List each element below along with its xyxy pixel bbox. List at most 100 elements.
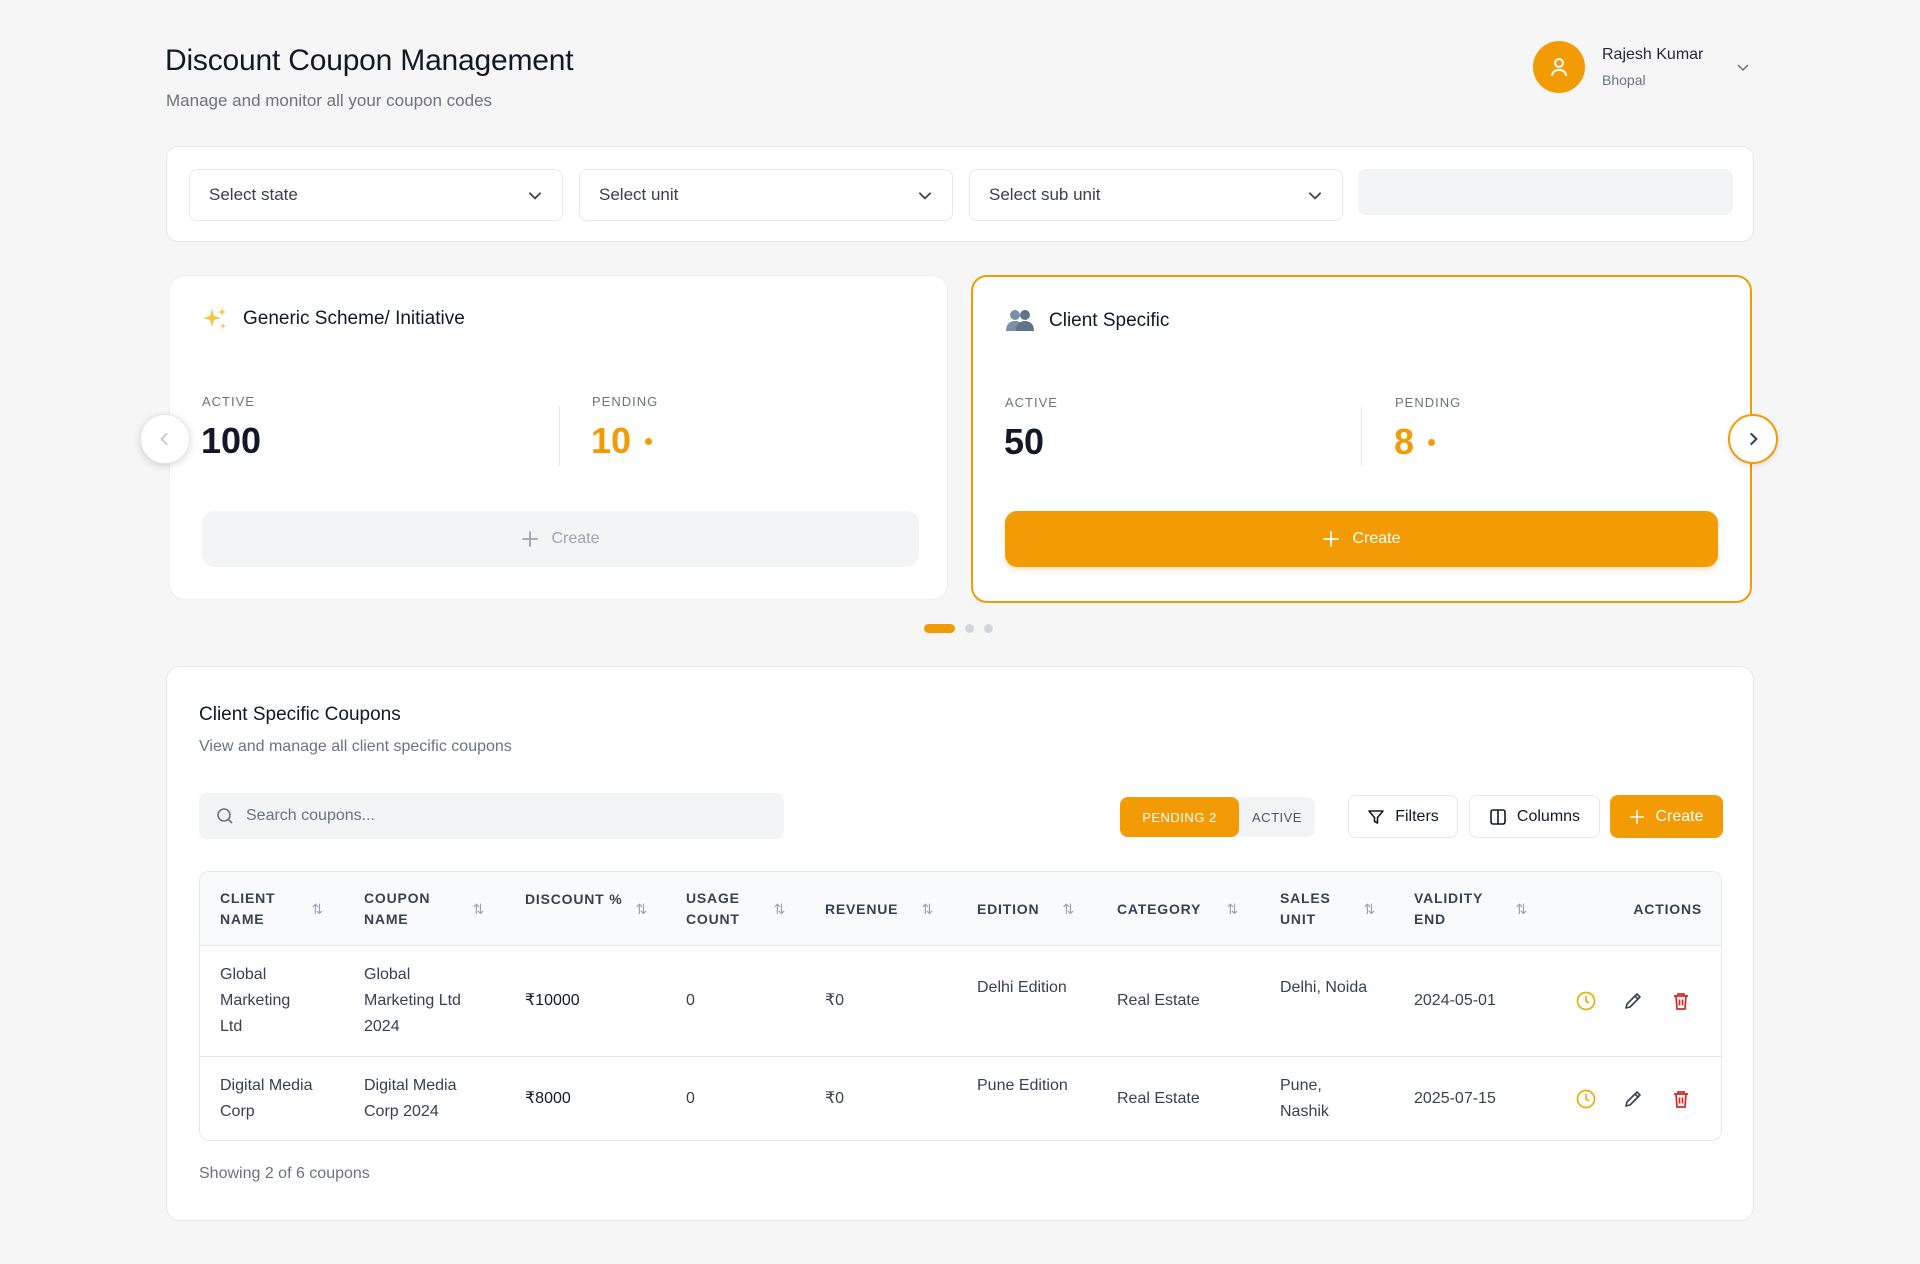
column-header-category[interactable]: CATEGORY ⇅ [1117,872,1239,946]
carousel-dot[interactable] [965,624,974,633]
chevron-down-icon[interactable] [1735,59,1751,75]
carousel-next-button[interactable] [1728,414,1778,464]
sub-unit-select[interactable]: Select sub unit [969,169,1343,221]
create-coupon-button[interactable]: Create [1610,795,1723,838]
columns-button[interactable]: Columns [1469,795,1600,838]
carousel-indicator [924,624,993,633]
filters-button[interactable]: Filters [1348,795,1458,838]
carousel-dot[interactable] [924,624,955,633]
state-select-label: Select state [209,185,298,204]
plus-icon [1630,809,1645,824]
edit-button[interactable] [1622,1088,1644,1110]
users-icon [1006,310,1034,331]
pencil-icon [1625,993,1641,1009]
chevron-down-icon [918,192,932,200]
status-tabs: PENDING 2 ACTIVE [1120,797,1315,837]
delete-button[interactable] [1670,1088,1692,1110]
filter-icon [1368,809,1385,824]
filters-label: Filters [1395,807,1439,825]
table-row[interactable]: Global Marketing Ltd Global Marketing Ltd 20… [200,946,1721,1057]
create-generic-button[interactable]: Create [202,511,919,567]
search-placeholder: Search coupons... [246,807,375,824]
coupons-table: CLIENT NAME ⇅ COUPON NAME ⇅ DISCOUNT % ⇅ U… [199,871,1722,1141]
active-label: ACTIVE [1005,395,1058,410]
pending-value: 10 [591,420,653,462]
sort-icon[interactable]: ⇅ [1515,899,1528,920]
sort-icon[interactable]: ⇅ [635,899,648,920]
unit-select[interactable]: Select unit [579,169,953,221]
columns-label: Columns [1516,807,1581,825]
cell-sales-unit: Pune, Nashik [1280,1077,1329,1120]
active-value: 50 [1004,421,1045,462]
history-button[interactable] [1575,1088,1597,1110]
column-header-coupon-name[interactable]: COUPON NAME ⇅ [364,872,485,946]
card-header: Generic Scheme/ Initiative [201,305,465,333]
table-row[interactable]: Digital Media Corp Digital Media Corp 2024… [200,1057,1721,1140]
pending-count: 10 [591,420,632,461]
client-specific-card[interactable]: Client Specific ACTIVE 50 PENDING 8 Crea… [971,275,1752,603]
generic-scheme-card[interactable]: Generic Scheme/ Initiative ACTIVE 100 PE… [169,275,948,600]
columns-icon [1490,808,1506,825]
cell-validity-end: 2025-07-15 [1414,1090,1496,1107]
cell-edition: Delhi Edition [977,979,1067,996]
page-subtitle: Manage and monitor all your coupon codes [166,91,493,110]
sort-icon[interactable]: ⇅ [1363,899,1376,920]
search-input[interactable]: Search coupons... [199,793,784,839]
cell-usage: 0 [686,1090,695,1107]
trash-icon [1674,1091,1688,1108]
column-header-usage-count[interactable]: USAGE COUNT ⇅ [686,872,786,946]
user-menu[interactable]: Rajesh Kumar Bhopal [1533,41,1753,97]
filter-bar: Select state Select unit Select sub unit [166,146,1754,242]
coupons-panel: Client Specific Coupons View and manage … [166,666,1754,1221]
active-value: 100 [201,420,262,461]
pending-label: PENDING [592,394,659,409]
coupons-title: Client Specific Coupons [199,704,401,725]
user-name: Rajesh Kumar [1602,46,1704,63]
tab-active[interactable]: ACTIVE [1239,797,1315,837]
user-location: Bhopal [1602,72,1646,88]
cell-client-name: Global Marketing Ltd [220,966,291,1035]
column-header-edition[interactable]: EDITION ⇅ [977,872,1075,946]
cell-client-name: Digital Media Corp [220,1077,313,1120]
divider [559,406,560,466]
create-client-specific-button[interactable]: Create [1005,511,1718,567]
carousel-dot[interactable] [984,624,993,633]
page-title: Discount Coupon Management [165,44,574,77]
column-header-validity-end[interactable]: VALIDITY END ⇅ [1414,872,1528,946]
delete-button[interactable] [1670,990,1692,1012]
clock-icon [1576,991,1596,1011]
sort-icon[interactable]: ⇅ [472,899,485,920]
avatar [1533,41,1585,93]
plus-icon [522,531,539,547]
cell-sales-unit: Delhi, Noida [1280,979,1368,996]
create-label: Create [1352,530,1401,547]
edit-button[interactable] [1622,990,1644,1012]
history-button[interactable] [1575,990,1597,1012]
column-header-sales-unit[interactable]: SALES UNIT ⇅ [1280,872,1376,946]
create-label: Create [551,530,600,547]
trash-icon [1674,993,1688,1010]
cell-edition: Pune Edition [977,1077,1068,1094]
pencil-icon [1625,1091,1641,1107]
cell-revenue: ₹0 [825,1090,845,1107]
unit-select-label: Select unit [599,185,679,204]
pending-dot [645,437,653,445]
sort-icon[interactable]: ⇅ [311,899,324,920]
card-title: Client Specific [1049,310,1170,331]
column-header-client-name[interactable]: CLIENT NAME ⇅ [220,872,324,946]
cell-validity-end: 2024-05-01 [1414,992,1496,1009]
sort-icon[interactable]: ⇅ [1062,899,1075,920]
sort-icon[interactable]: ⇅ [921,899,934,920]
tab-pending[interactable]: PENDING 2 [1120,797,1239,837]
card-title: Generic Scheme/ Initiative [243,308,465,329]
column-header-actions: ACTIONS [1633,900,1702,917]
carousel-prev-button[interactable] [140,414,190,464]
results-count: Showing 2 of 6 coupons [199,1165,370,1182]
state-select[interactable]: Select state [189,169,563,221]
column-header-discount[interactable]: DISCOUNT % ⇅ [525,872,648,946]
sort-icon[interactable]: ⇅ [773,899,786,920]
create-label: Create [1655,807,1704,825]
column-header-revenue[interactable]: REVENUE ⇅ [825,872,934,946]
search-icon [217,808,233,824]
sort-icon[interactable]: ⇅ [1226,899,1239,920]
